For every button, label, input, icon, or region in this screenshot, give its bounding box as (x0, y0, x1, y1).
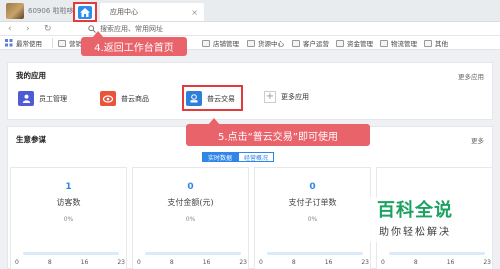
callout-step-4: 4.返回工作台首页 (81, 37, 187, 56)
bookmark-label: 最常使用 (16, 40, 42, 48)
stat-name: 访客数 (56, 198, 81, 207)
bookmark-item[interactable]: 资金管理 (336, 38, 373, 48)
tab-bar: 60906 啦啦哆 应用中心 × (0, 0, 500, 22)
sparkline (267, 252, 363, 255)
screen: { "topbar": { "user_label": "60906 啦啦哆",… (0, 0, 500, 269)
sparkline (23, 252, 119, 255)
app-staff-management[interactable]: 员工管理 (18, 91, 67, 106)
forward-arrow-icon[interactable]: › (26, 24, 30, 34)
folder-icon (247, 39, 255, 47)
axis-ticks: 0 8 16 23 (137, 259, 247, 266)
watermark: 百科全说 助你轻松解决 (356, 197, 474, 242)
bookmark-label: 资金管理 (347, 40, 373, 48)
app-label: 普云商品 (121, 94, 149, 103)
divider (52, 38, 53, 48)
stat-change: 0% (307, 216, 318, 223)
search-placeholder: 搜索应用、常用网址 (100, 25, 163, 33)
bookmark-item[interactable]: 货源中心 (247, 38, 284, 48)
stat-change: 0% (185, 216, 196, 223)
bookmarks-bar: 最常使用 营销 店铺管理 货源中心 客户运营 资金管理 物流管理 其他 (0, 36, 500, 50)
bookmark-item[interactable]: 其他 (424, 38, 448, 48)
tick-label: 16 (202, 259, 211, 266)
tick-label: 8 (169, 259, 174, 266)
bookmark-label: 客户运营 (303, 40, 329, 48)
sparkline (389, 252, 485, 255)
tab-app-center[interactable]: 应用中心 × (100, 3, 204, 21)
stat-name: 支付金额(元) (167, 198, 214, 207)
tab-realtime-data[interactable]: 实时数据 (202, 152, 238, 162)
highlight-box (182, 85, 243, 111)
axis-ticks: 0 8 16 23 (259, 259, 369, 266)
tick-label: 23 (239, 259, 247, 266)
person-icon (18, 91, 34, 106)
my-apps-card: 我的应用 更多应用 员工管理 普云商品 普云交易 + 更多应用 (7, 62, 493, 120)
tick-label: 16 (80, 259, 89, 266)
stat-value: 0 (187, 182, 194, 192)
tab-app-center-label: 应用中心 (110, 8, 138, 16)
tick-label: 8 (413, 259, 418, 266)
app-label: 员工管理 (39, 94, 67, 103)
tick-label: 16 (324, 259, 333, 266)
grid-icon (5, 39, 13, 47)
folder-icon (202, 39, 210, 47)
back-arrow-icon[interactable]: ‹ (8, 24, 12, 34)
tab-business-overview[interactable]: 经营概况 (238, 152, 274, 162)
tick-label: 0 (381, 259, 385, 266)
sparkline (145, 252, 241, 255)
callout-step-5: 5.点击“普云交易”即可使用 (186, 124, 370, 146)
stat-value: 0 (309, 182, 316, 192)
bookmark-item[interactable]: 店铺管理 (202, 38, 239, 48)
tick-label: 8 (47, 259, 52, 266)
tick-label: 23 (361, 259, 369, 266)
my-apps-title: 我的应用 (16, 71, 46, 80)
address-bar: ‹ › ↻ 搜索应用、常用网址 (0, 22, 500, 36)
folder-icon (58, 39, 66, 47)
bookmark-item[interactable]: 最常使用 (5, 38, 42, 48)
folder-icon (380, 39, 388, 47)
bookmark-label: 店铺管理 (213, 40, 239, 48)
plus-icon: + (264, 91, 276, 103)
watermark-title: 百科全说 (377, 200, 453, 221)
tick-label: 0 (259, 259, 263, 266)
bookmark-label: 货源中心 (258, 40, 284, 48)
stat-value: 1 (65, 182, 72, 192)
close-icon[interactable]: × (191, 8, 198, 17)
home-tab[interactable] (73, 2, 97, 22)
folder-icon (336, 39, 344, 47)
business-advisor-title: 生意参谋 (16, 135, 46, 144)
bookmark-item[interactable]: 营销 (58, 38, 82, 48)
stat-card-paid-suborders: 0 支付子订单数 0% 0 8 16 23 (254, 167, 371, 269)
app-puyun-goods[interactable]: 普云商品 (100, 91, 149, 106)
tick-label: 23 (483, 259, 491, 266)
more-link[interactable]: 更多 (471, 135, 484, 145)
more-apps-link[interactable]: 更多应用 (458, 71, 484, 81)
stat-name: 支付子订单数 (288, 198, 337, 207)
folder-icon (424, 39, 432, 47)
home-icon (78, 5, 92, 19)
bookmark-label: 其他 (435, 40, 448, 48)
stat-card-payment-amount: 0 支付金额(元) 0% 0 8 16 23 (132, 167, 249, 269)
stat-change: 0% (63, 216, 74, 223)
axis-ticks: 0 8 16 23 (15, 259, 125, 266)
watermark-subtitle: 助你轻松解决 (379, 227, 451, 238)
app-label: 更多应用 (281, 93, 309, 101)
app-more[interactable]: + 更多应用 (264, 91, 309, 103)
axis-ticks: 0 8 16 23 (381, 259, 491, 266)
tick-label: 8 (291, 259, 296, 266)
bookmark-item[interactable]: 物流管理 (380, 38, 417, 48)
bookmark-label: 物流管理 (391, 40, 417, 48)
stat-card-visitors: 1 访客数 0% 0 8 16 23 (10, 167, 127, 269)
avatar[interactable] (6, 3, 24, 19)
eye-icon (100, 91, 116, 106)
refresh-icon[interactable]: ↻ (44, 24, 52, 34)
tick-label: 0 (15, 259, 19, 266)
bookmark-item[interactable]: 客户运营 (292, 38, 329, 48)
tick-label: 16 (446, 259, 455, 266)
folder-icon (292, 39, 300, 47)
user-name: 60906 啦啦哆 (28, 7, 74, 15)
tick-label: 0 (137, 259, 141, 266)
tick-label: 23 (117, 259, 125, 266)
